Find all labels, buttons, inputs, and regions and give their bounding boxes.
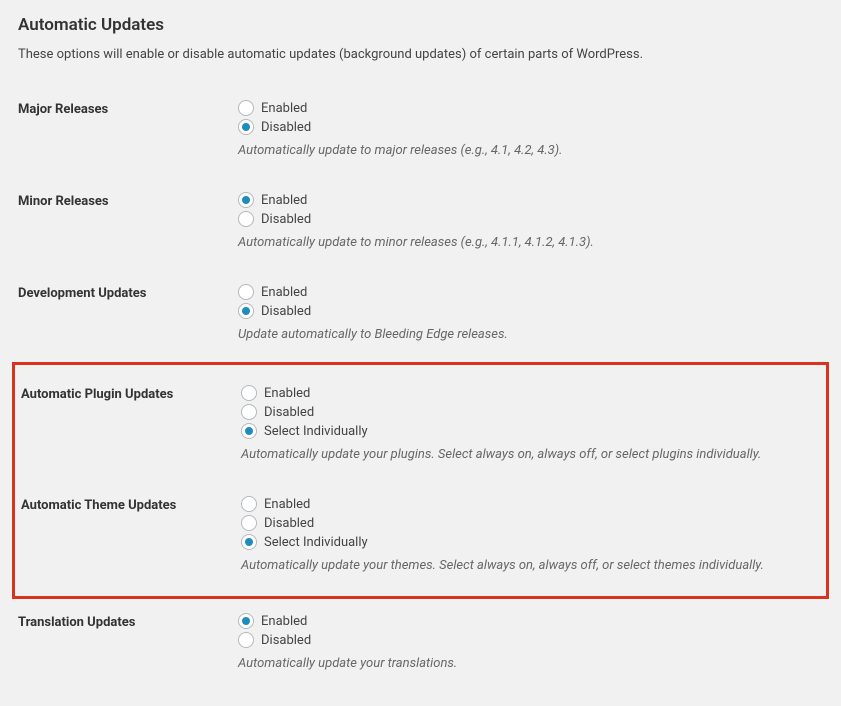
radio-icon	[238, 613, 254, 629]
radio-minor-enabled[interactable]: Enabled	[238, 192, 823, 208]
radio-minor-disabled[interactable]: Disabled	[238, 211, 823, 227]
settings-form: Major Releases Enabled Disabled Automati…	[18, 86, 823, 691]
radio-translation-enabled[interactable]: Enabled	[238, 613, 823, 629]
radio-plugin-enabled[interactable]: Enabled	[241, 385, 820, 401]
radio-label: Disabled	[261, 120, 311, 135]
radio-icon	[238, 100, 254, 116]
desc-major: Automatically update to major releases (…	[238, 143, 823, 158]
radio-translation-disabled[interactable]: Disabled	[238, 632, 823, 648]
radio-label: Enabled	[264, 497, 310, 512]
row-theme-updates: Automatic Theme Updates Enabled Disabled…	[18, 482, 823, 593]
radio-icon	[238, 632, 254, 648]
radio-icon	[241, 385, 257, 401]
highlight-box: Automatic Plugin Updates Enabled Disable…	[12, 362, 829, 599]
radio-icon	[238, 119, 254, 135]
radio-label: Enabled	[261, 193, 307, 208]
radio-label: Select Individually	[264, 424, 368, 439]
desc-development: Update automatically to Bleeding Edge re…	[238, 327, 823, 342]
radio-label: Disabled	[261, 304, 311, 319]
radio-major-enabled[interactable]: Enabled	[238, 100, 823, 116]
field-minor-releases: Enabled Disabled Automatically update to…	[238, 192, 823, 250]
field-development-updates: Enabled Disabled Update automatically to…	[238, 284, 823, 342]
row-minor-releases: Minor Releases Enabled Disabled Automati…	[18, 178, 823, 270]
radio-icon	[241, 515, 257, 531]
radio-icon	[241, 496, 257, 512]
radio-label: Enabled	[261, 101, 307, 116]
label-theme-updates: Automatic Theme Updates	[21, 496, 241, 513]
label-translation-updates: Translation Updates	[18, 613, 238, 630]
radio-icon	[238, 192, 254, 208]
radio-label: Enabled	[264, 386, 310, 401]
radio-plugin-select-individually[interactable]: Select Individually	[241, 423, 820, 439]
radio-dev-enabled[interactable]: Enabled	[238, 284, 823, 300]
radio-theme-enabled[interactable]: Enabled	[241, 496, 820, 512]
radio-major-disabled[interactable]: Disabled	[238, 119, 823, 135]
desc-theme: Automatically update your themes. Select…	[241, 558, 820, 573]
row-translation-updates: Translation Updates Enabled Disabled Aut…	[18, 599, 823, 691]
field-plugin-updates: Enabled Disabled Select Individually Aut…	[241, 385, 820, 462]
radio-icon	[238, 303, 254, 319]
field-major-releases: Enabled Disabled Automatically update to…	[238, 100, 823, 158]
radio-plugin-disabled[interactable]: Disabled	[241, 404, 820, 420]
radio-label: Select Individually	[264, 535, 368, 550]
row-major-releases: Major Releases Enabled Disabled Automati…	[18, 86, 823, 178]
row-plugin-updates: Automatic Plugin Updates Enabled Disable…	[18, 371, 823, 482]
field-theme-updates: Enabled Disabled Select Individually Aut…	[241, 496, 820, 573]
desc-translation: Automatically update your translations.	[238, 656, 823, 671]
radio-dev-disabled[interactable]: Disabled	[238, 303, 823, 319]
label-minor-releases: Minor Releases	[18, 192, 238, 209]
page-title: Automatic Updates	[18, 15, 823, 35]
page-description: These options will enable or disable aut…	[18, 47, 823, 62]
radio-icon	[238, 284, 254, 300]
radio-label: Enabled	[261, 285, 307, 300]
radio-label: Disabled	[261, 212, 311, 227]
desc-minor: Automatically update to minor releases (…	[238, 235, 823, 250]
field-translation-updates: Enabled Disabled Automatically update yo…	[238, 613, 823, 671]
radio-icon	[238, 211, 254, 227]
label-plugin-updates: Automatic Plugin Updates	[21, 385, 241, 402]
desc-plugin: Automatically update your plugins. Selec…	[241, 447, 820, 462]
radio-label: Disabled	[264, 516, 314, 531]
radio-icon	[241, 534, 257, 550]
radio-label: Enabled	[261, 614, 307, 629]
radio-icon	[241, 423, 257, 439]
label-development-updates: Development Updates	[18, 284, 238, 301]
radio-theme-select-individually[interactable]: Select Individually	[241, 534, 820, 550]
radio-theme-disabled[interactable]: Disabled	[241, 515, 820, 531]
row-development-updates: Development Updates Enabled Disabled Upd…	[18, 270, 823, 362]
radio-label: Disabled	[264, 405, 314, 420]
label-major-releases: Major Releases	[18, 100, 238, 117]
radio-label: Disabled	[261, 633, 311, 648]
radio-icon	[241, 404, 257, 420]
